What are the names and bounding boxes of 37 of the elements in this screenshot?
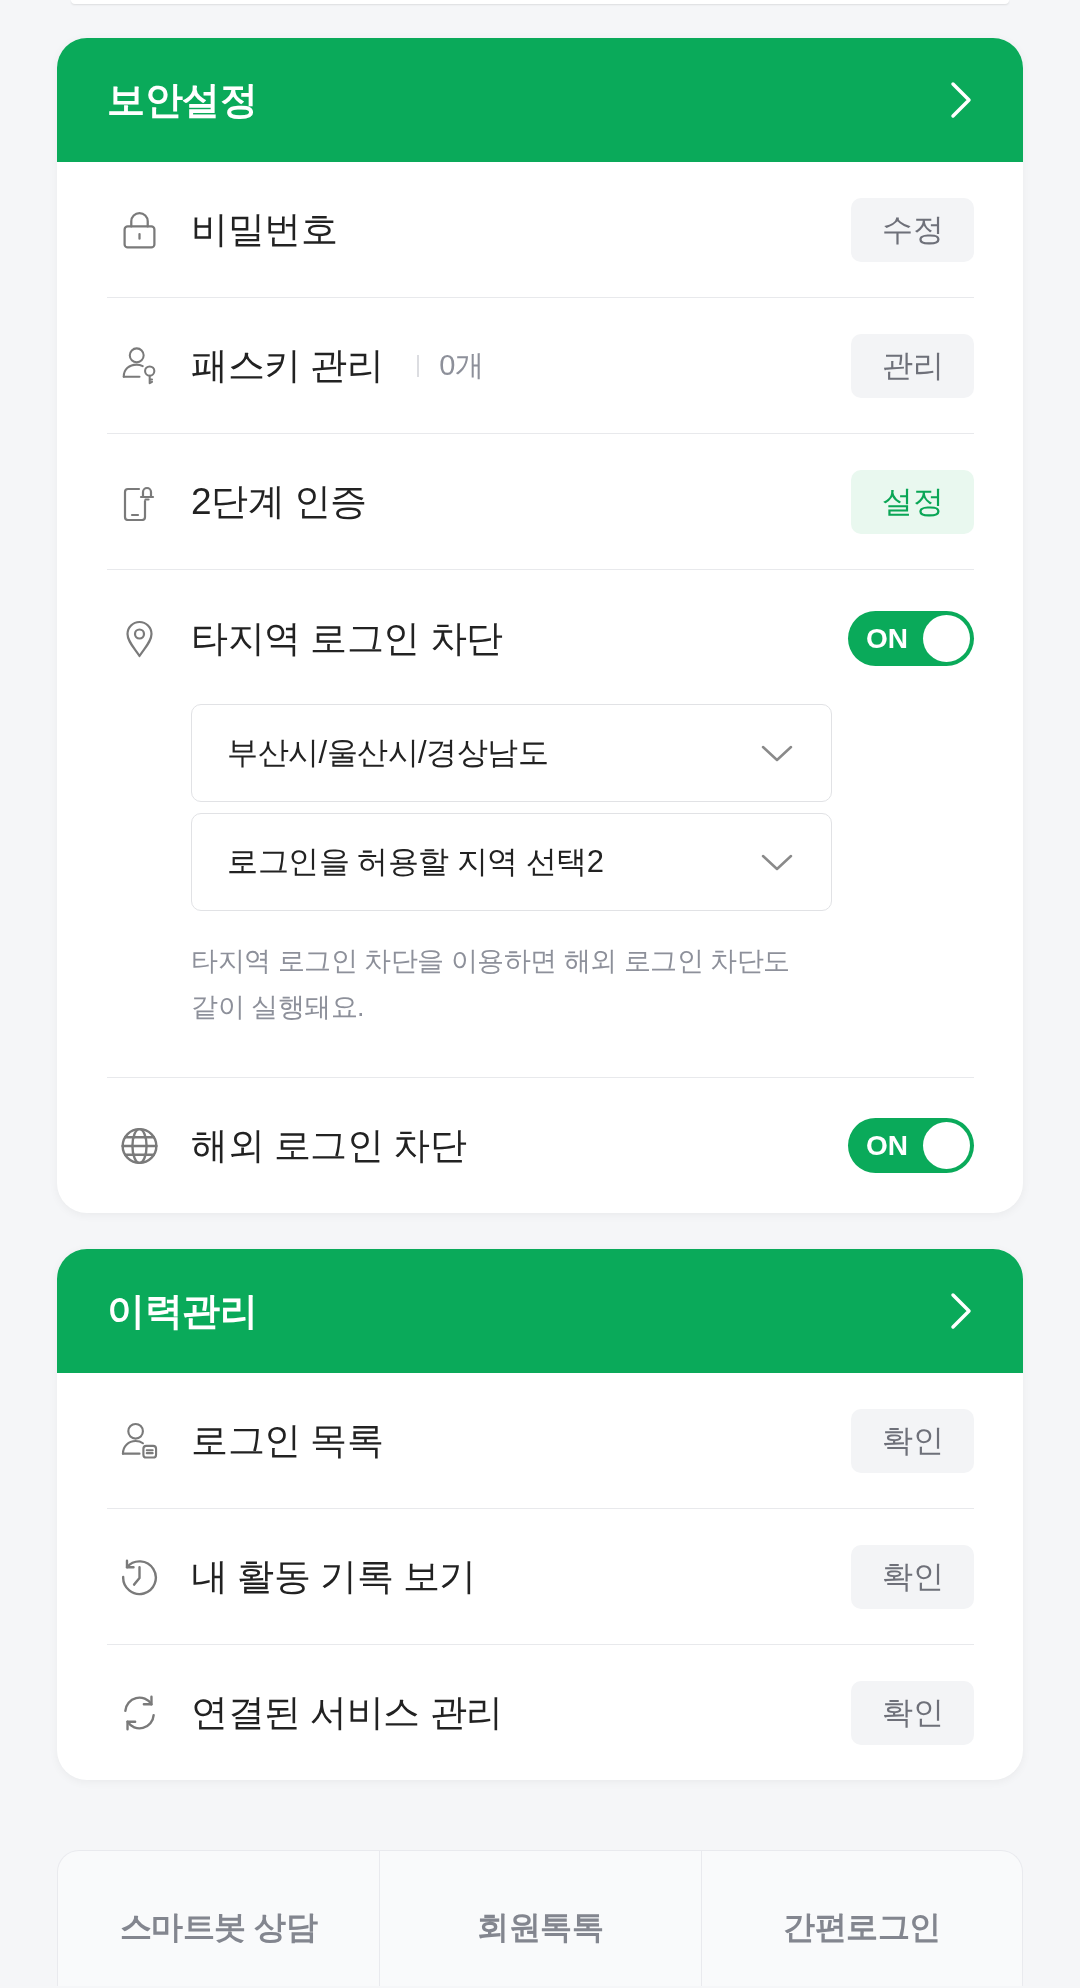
chevron-right-icon — [950, 1292, 972, 1330]
section-header[interactable]: 보안설정 — [57, 38, 1023, 162]
globe-icon — [121, 1126, 158, 1165]
setting-label: 로그인 목록 — [191, 1418, 384, 1463]
footer-link[interactable]: 회원톡톡 — [379, 1851, 701, 1986]
setting-label: 타지역 로그인 차단 — [191, 616, 503, 661]
setting-label: 비밀번호 — [191, 207, 337, 252]
footer-link[interactable]: 간편로그인 — [700, 1851, 1022, 1986]
section-title: 이력관리 — [107, 1288, 257, 1334]
setting-label: 내 활동 기록 보기 — [191, 1554, 476, 1599]
dropdown-field[interactable]: 로그인을 허용할 지역 선택2 — [191, 813, 832, 911]
count-label: 0개 — [439, 347, 485, 383]
chevron-down-icon — [761, 853, 793, 871]
setting-label: 연결된 서비스 관리 — [191, 1690, 503, 1735]
chevron-down-icon — [761, 744, 793, 762]
action-button[interactable]: 확인 — [851, 1408, 974, 1473]
chevron-right-icon — [950, 81, 972, 119]
setting-label: 패스키 관리 — [191, 343, 384, 388]
toggle-switch[interactable]: ON — [848, 611, 974, 666]
history-icon — [121, 1557, 158, 1596]
setting-label: 해외 로그인 차단 — [191, 1123, 467, 1168]
action-button[interactable]: 관리 — [851, 333, 974, 398]
action-button[interactable]: 설정 — [851, 469, 974, 534]
setting-label: 2단계 인증 — [191, 479, 367, 524]
dropdown-field[interactable]: 부산시/울산시/경상남도 — [191, 704, 832, 802]
action-button[interactable]: 확인 — [851, 1544, 974, 1609]
action-button[interactable]: 수정 — [851, 197, 974, 262]
refresh-icon — [121, 1693, 158, 1732]
footer-link[interactable]: 스마트봇 상담 — [58, 1851, 380, 1986]
person-document-icon — [121, 1421, 158, 1460]
person-key-icon — [121, 346, 158, 385]
help-text: 타지역 로그인 차단을 이용하면 해외 로그인 차단도 같이 실행돼요. — [191, 945, 791, 1024]
section-title: 보안설정 — [107, 77, 257, 123]
action-button[interactable]: 확인 — [851, 1680, 974, 1745]
section-header[interactable]: 이력관리 — [57, 1249, 1023, 1373]
lock-icon — [121, 210, 158, 249]
toggle-switch[interactable]: ON — [848, 1118, 974, 1173]
